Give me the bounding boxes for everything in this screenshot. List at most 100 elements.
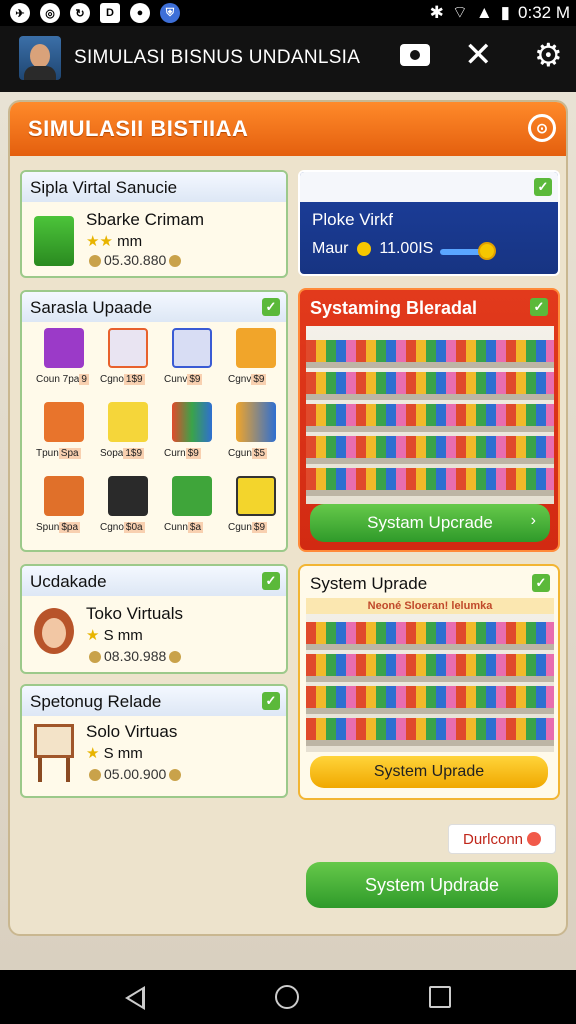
item-label: Curn (164, 448, 186, 459)
business-card-3[interactable]: Ucdakade ✓ Toko Virtuals ★ S mm 08.30.98… (20, 564, 288, 674)
product-box-icon (172, 476, 212, 516)
grid-item[interactable]: Sopa 1$9 (100, 400, 154, 470)
star-icon: ★ (86, 627, 100, 644)
product-box-icon (236, 476, 276, 516)
slider-knob-icon[interactable] (478, 242, 496, 260)
item-tag: $a (187, 522, 204, 533)
coin-icon (169, 769, 182, 782)
item-label: Cunn (164, 522, 188, 533)
heart-icon (527, 832, 542, 846)
back-icon[interactable] (125, 986, 145, 1010)
business-card-4[interactable]: Spetonug Relade ✓ Solo Virtuas ★ S mm 05… (20, 684, 288, 798)
price: 08.30.988 (86, 648, 184, 664)
item-tag: 1$9 (123, 448, 145, 459)
coin-icon (169, 651, 182, 664)
coin-icon (89, 769, 101, 782)
grid-item[interactable]: Cunn $a (164, 474, 218, 544)
camera-icon[interactable] (400, 44, 430, 66)
price-value: 05.30.880 (104, 252, 167, 268)
recent-apps-icon[interactable] (429, 986, 451, 1008)
product-box-icon (44, 402, 84, 442)
grid-item[interactable]: Cgun $5 (228, 400, 282, 470)
button-label: Systam Upcrade (367, 513, 493, 532)
item-label: Cgun (228, 448, 252, 459)
badge-icon: ◎ (40, 3, 60, 23)
business-card-1[interactable]: Sipla Virtal Sanucie Sbarke Crimam ★★ mm… (20, 170, 288, 278)
grid-item[interactable]: Cgno 1$9 (100, 326, 154, 396)
label-value: 11.00IS (379, 240, 434, 257)
item-tag: $9 (187, 374, 203, 385)
signal-icon: ▲ (475, 2, 493, 22)
status-left: ✈ ◎ ↻ D ● ⛨ (10, 3, 180, 23)
product-box-icon (44, 328, 84, 368)
price-value: 08.30.988 (104, 648, 167, 664)
panel-title: SIMULASII BISTIIAA (28, 116, 249, 141)
grid-item[interactable]: Curn $9 (164, 400, 218, 470)
check-icon: ✓ (532, 574, 550, 592)
check-icon: ✓ (262, 298, 280, 316)
item-tag: Spa (58, 448, 81, 459)
main-panel: SIMULASII BISTIIAA ⊙ Sipla Virtal Sanuci… (8, 100, 568, 936)
price: 05.30.880 (86, 252, 184, 268)
grid-item[interactable]: Spun $pa (36, 474, 90, 544)
clock: 0:32 M (518, 2, 570, 22)
shelf-banner: Neoné Sloeran! lelumka (306, 598, 554, 614)
grid-item[interactable]: Cgno $0a (100, 474, 154, 544)
navigation-bar (0, 970, 576, 1024)
item-tag: $pa (59, 522, 81, 533)
shield-icon: ⛨ (160, 3, 180, 23)
grid-item[interactable]: Cunv $9 (164, 326, 218, 396)
item-label: Coun 7pa (36, 374, 80, 385)
trash-bin-icon (34, 216, 74, 266)
avatar[interactable] (19, 36, 61, 80)
close-icon[interactable]: ✕ (464, 38, 493, 72)
upgrade-card: System Uprade ✓ Neoné Sloeran! lelumka S… (298, 564, 560, 800)
main-system-upgrade-button[interactable]: System Updrade (306, 862, 558, 908)
upgrade-card-title: System Uprade (310, 574, 428, 593)
business-card-2[interactable]: ✓ Ploke Virkf Maur 11.00IS (298, 170, 560, 276)
card-header: Spetonug Relade (22, 686, 286, 716)
price: 05.00.900 (86, 766, 184, 782)
grid-item[interactable]: Tpun Spa (36, 400, 90, 470)
system-card-title: Systaming Bleradal (310, 298, 478, 318)
grid-item[interactable]: Coun 7pa 9 (36, 326, 90, 396)
coin-icon (169, 255, 182, 268)
location-pin-icon[interactable]: ⊙ (528, 114, 556, 142)
item-label: Cgun (228, 522, 252, 533)
item-tag: 1$9 (123, 374, 145, 385)
coin-icon (89, 651, 101, 664)
item-tag: $9 (251, 522, 268, 533)
duration-tag[interactable]: Durlconn (448, 824, 556, 854)
item-tag: $5 (251, 448, 268, 459)
status-bar: ✈ ◎ ↻ D ● ⛨ ✱ ⌔ ▲ ▮ 0:32 M (0, 0, 576, 26)
panel-header: SIMULASII BISTIIAA ⊙ (10, 102, 566, 156)
home-icon[interactable] (275, 985, 299, 1009)
product-box-icon (172, 402, 212, 442)
label-text: Maur (312, 240, 349, 257)
rating-text: S mm (103, 627, 143, 644)
check-icon: ✓ (262, 572, 280, 590)
item-label: Sopa (100, 448, 124, 459)
grid-item[interactable]: Cgnv $9 (228, 326, 282, 396)
card-header: Sipla Virtal Sanucie (22, 172, 286, 202)
product-box-icon (172, 328, 212, 368)
droplet-icon: ● (130, 3, 150, 23)
item-label: Cunv (164, 374, 188, 385)
gear-icon[interactable]: ⚙ (534, 38, 563, 72)
upgrade-grid-card: Sarasla Upaade ✓ Coun 7pa 9 Cgno 1$9 Cunv $… (20, 290, 288, 552)
item-tag: $0a (123, 522, 145, 533)
card-header (300, 172, 558, 202)
status-right: ✱ ⌔ ▲ ▮ 0:32 M (430, 2, 570, 23)
store-shelf-image: Neoné Sloeran! lelumka (306, 598, 554, 752)
check-icon: ✓ (530, 298, 548, 316)
rating: ★★ mm (86, 232, 142, 250)
check-icon: ✓ (534, 178, 552, 196)
bluetooth-icon: ✱ (429, 2, 444, 22)
rating: ★ S mm (86, 744, 143, 762)
doc-icon: D (100, 3, 120, 23)
grid-item[interactable]: Cgun $9 (228, 474, 282, 544)
system-upgrade-button[interactable]: System Uprade (310, 756, 548, 788)
system-upgrade-button[interactable]: Systam Upcrade › (310, 504, 550, 542)
item-label: Tpun (36, 448, 59, 459)
nav-icon: ✈ (10, 3, 30, 23)
